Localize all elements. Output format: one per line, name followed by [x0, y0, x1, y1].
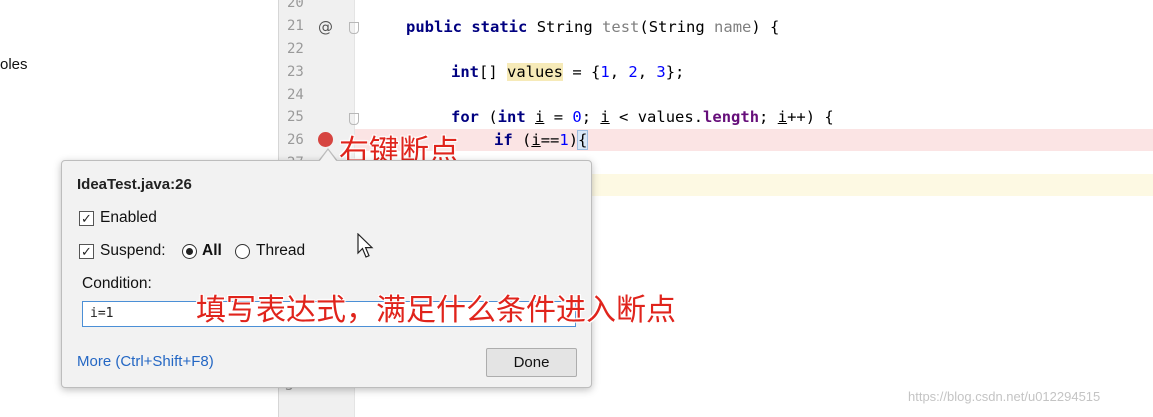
line-number-25: 25 [287, 109, 304, 125]
project-tree-item[interactable]: oles [0, 56, 28, 73]
popup-pointer-fill [319, 150, 337, 162]
radio-all[interactable] [182, 244, 197, 259]
code-line-21[interactable]: public static String test(String name) { [406, 18, 779, 36]
code-punct: < values. [609, 108, 704, 126]
enabled-label[interactable]: Enabled [100, 209, 157, 227]
code-punct: ) [568, 131, 579, 149]
code-punct: == [540, 131, 560, 149]
line-number-26: 26 [287, 132, 304, 148]
fold-marker-icon[interactable] [349, 113, 359, 125]
code-punct: = [544, 108, 573, 126]
number-literal: 2 [628, 63, 638, 81]
line-number-21: 21 [287, 18, 304, 34]
code-punct: [] [479, 63, 498, 81]
method-name: test [602, 18, 640, 36]
code-line-23[interactable]: int[] values = {1, 2, 3}; [451, 63, 684, 81]
code-line-25[interactable]: for (int i = 0; i < values.length; i++) … [451, 108, 834, 126]
breakpoint-icon[interactable] [318, 132, 333, 147]
param-name: name [714, 18, 752, 36]
suspend-label[interactable]: Suspend: [100, 242, 166, 260]
code-punct: ( [479, 108, 498, 126]
keyword: for [451, 108, 479, 126]
variable-name: i [777, 108, 788, 126]
keyword: int [451, 63, 479, 81]
code-punct: ; [759, 108, 778, 126]
number-literal: 1 [600, 63, 610, 81]
breakpoint-line-highlight [355, 129, 1153, 151]
radio-thread[interactable] [235, 244, 250, 259]
line-number-23: 23 [287, 64, 304, 80]
code-punct: , [609, 63, 629, 81]
code-punct: ( [639, 18, 649, 36]
line-number-20: 20 [287, 0, 304, 11]
mouse-cursor-icon [357, 233, 374, 258]
annotation-condition-hint: 填写表达式，满足什么条件进入断点 [196, 293, 676, 328]
text-caret: { [577, 130, 589, 150]
type-name: String [648, 18, 705, 36]
number-literal: 3 [656, 63, 666, 81]
code-punct: ++) { [787, 108, 834, 126]
keyword: static [471, 18, 528, 36]
code-punct: }; [665, 63, 685, 81]
variable-name: i [600, 108, 610, 126]
code-punct: , [637, 63, 657, 81]
field-name: length [703, 108, 760, 126]
code-punct: = { [563, 63, 601, 81]
number-literal: 1 [559, 131, 569, 149]
breakpoint-popup: IdeaTest.java:26 ✓ Enabled ✓ Suspend: Al… [61, 160, 592, 388]
keyword: if [494, 131, 513, 149]
variable-name: values [507, 63, 564, 81]
number-literal: 0 [572, 108, 582, 126]
line-number-24: 24 [287, 87, 304, 103]
condition-label: Condition: [82, 275, 152, 292]
code-punct: ; [581, 108, 601, 126]
code-punct: ( [512, 131, 532, 149]
radio-thread-label[interactable]: Thread [256, 242, 305, 260]
line-number-22: 22 [287, 41, 304, 57]
radio-all-label[interactable]: All [202, 242, 222, 260]
done-button[interactable]: Done [486, 348, 577, 377]
popup-title: IdeaTest.java:26 [77, 176, 192, 193]
suspend-checkbox[interactable]: ✓ [79, 244, 94, 259]
code-punct: ) { [751, 18, 780, 36]
variable-name: i [531, 131, 541, 149]
enabled-checkbox[interactable]: ✓ [79, 211, 94, 226]
keyword: public [406, 18, 462, 36]
fold-marker-icon[interactable] [349, 22, 359, 34]
watermark: https://blog.csdn.net/u012294515 [908, 389, 1101, 404]
type-name: String [536, 18, 593, 36]
more-link[interactable]: More (Ctrl+Shift+F8) [77, 353, 214, 370]
keyword: int [497, 108, 526, 126]
override-marker-icon[interactable]: @ [318, 18, 333, 36]
variable-name: i [535, 108, 545, 126]
code-line-26[interactable]: if (i==1){ [494, 130, 589, 150]
